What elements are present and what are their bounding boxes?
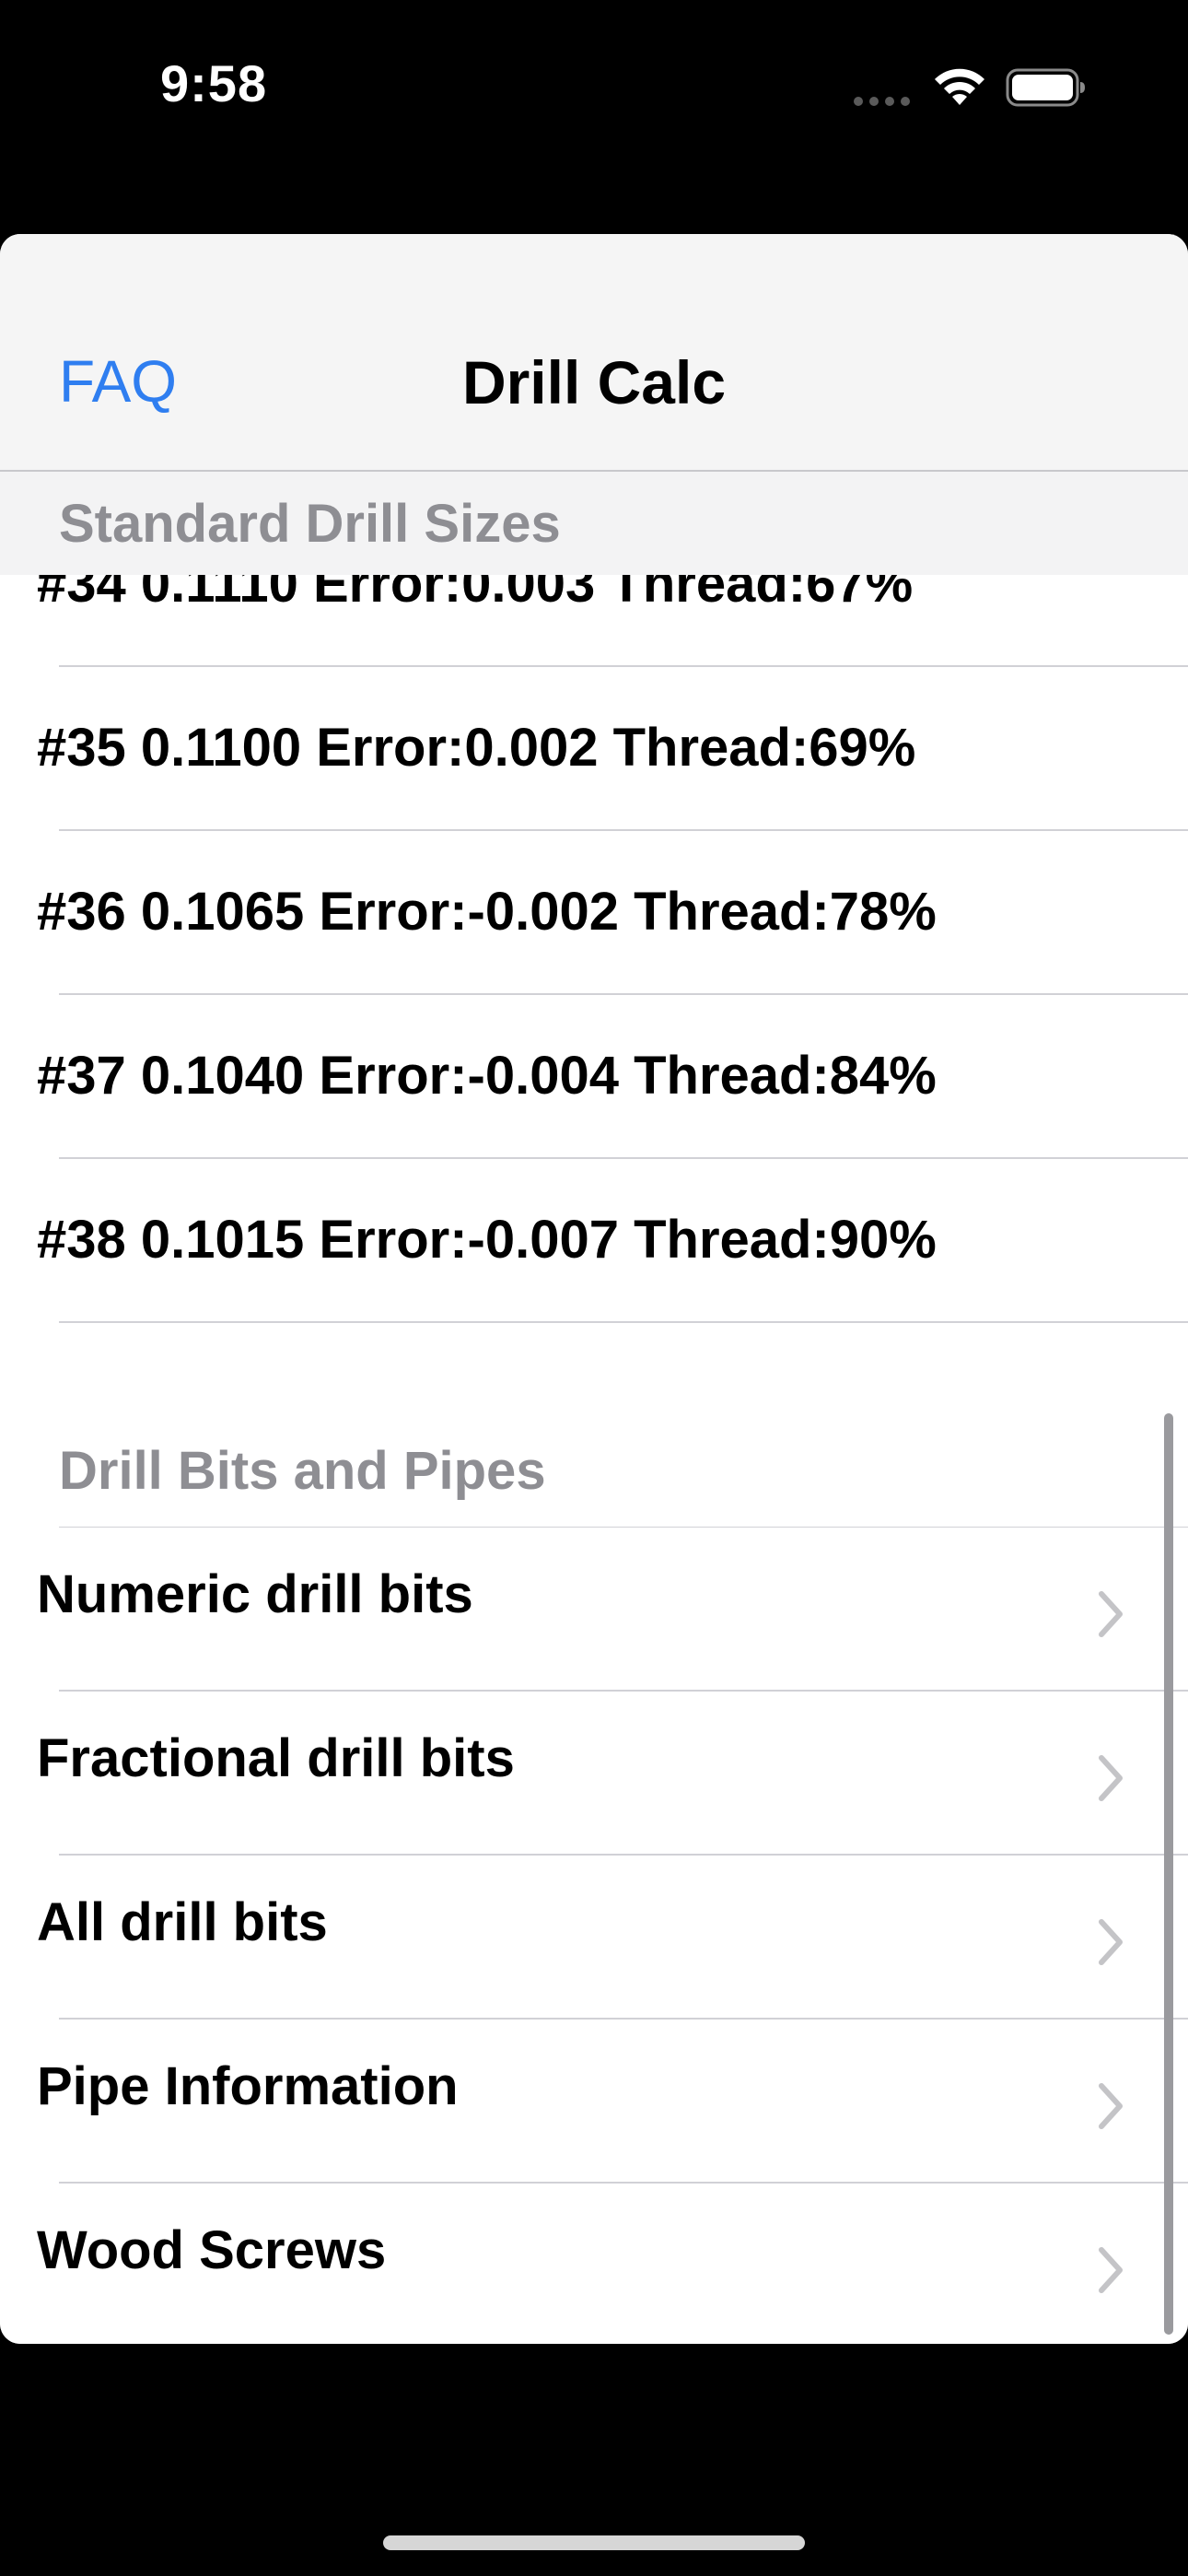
status-bar: 9:58	[0, 0, 1188, 184]
page-title: Drill Calc	[461, 348, 727, 416]
wifi-icon	[935, 68, 984, 105]
list-item-label: #37 0.1040 Error:-0.004 Thread:84%	[37, 1046, 937, 1106]
nav-row-pipe-information[interactable]: Pipe Information	[0, 2020, 1188, 2184]
navigation-bar: FAQ Drill Calc	[0, 234, 1188, 472]
home-indicator[interactable]	[383, 2535, 805, 2550]
nav-row-label: Wood Screws	[37, 2220, 387, 2280]
list-item[interactable]: #38 0.1015 Error:-0.007 Thread:90%	[0, 1159, 1188, 1323]
list-item-label: #36 0.1065 Error:-0.002 Thread:78%	[37, 882, 937, 942]
chevron-right-icon	[1099, 2247, 1123, 2293]
section-header-label: Standard Drill Sizes	[59, 494, 561, 554]
signal-dots-icon	[854, 97, 910, 106]
list-item[interactable]: #37 0.1040 Error:-0.004 Thread:84%	[0, 995, 1188, 1159]
list-item-label: #38 0.1015 Error:-0.007 Thread:90%	[37, 1210, 937, 1270]
divider	[59, 1321, 1188, 1323]
nav-row-label: All drill bits	[37, 1892, 328, 1952]
nav-row-label: Numeric drill bits	[37, 1564, 473, 1624]
chevron-right-icon	[1099, 1591, 1123, 1637]
chevron-right-icon	[1099, 2083, 1123, 2129]
nav-row-numeric-drill-bits[interactable]: Numeric drill bits	[0, 1528, 1188, 1692]
list-item-label: #35 0.1100 Error:0.002 Thread:69%	[37, 718, 916, 778]
section-header-drill-bits-pipes: Drill Bits and Pipes	[0, 1408, 1188, 1528]
nav-row-fractional-drill-bits[interactable]: Fractional drill bits	[0, 1692, 1188, 1856]
nav-row-all-drill-bits[interactable]: All drill bits	[0, 1856, 1188, 2020]
battery-icon	[1006, 68, 1085, 107]
section-header-standard-sizes: Standard Drill Sizes	[0, 472, 1188, 575]
list-item[interactable]: #35 0.1100 Error:0.002 Thread:69%	[0, 667, 1188, 831]
nav-row-label: Pipe Information	[37, 2056, 459, 2116]
list-item[interactable]: #36 0.1065 Error:-0.002 Thread:78%	[0, 831, 1188, 995]
nav-row-wood-screws[interactable]: Wood Screws	[0, 2184, 1188, 2344]
scrollbar[interactable]	[1164, 1413, 1173, 2335]
modal-sheet: FAQ Drill Calc Standard Drill Sizes #34 …	[0, 234, 1188, 2344]
nav-row-label: Fractional drill bits	[37, 1728, 515, 1788]
chevron-right-icon	[1099, 1919, 1123, 1965]
section-header-label: Drill Bits and Pipes	[59, 1441, 546, 1501]
status-time: 9:58	[160, 54, 268, 112]
chevron-right-icon	[1099, 1755, 1123, 1801]
